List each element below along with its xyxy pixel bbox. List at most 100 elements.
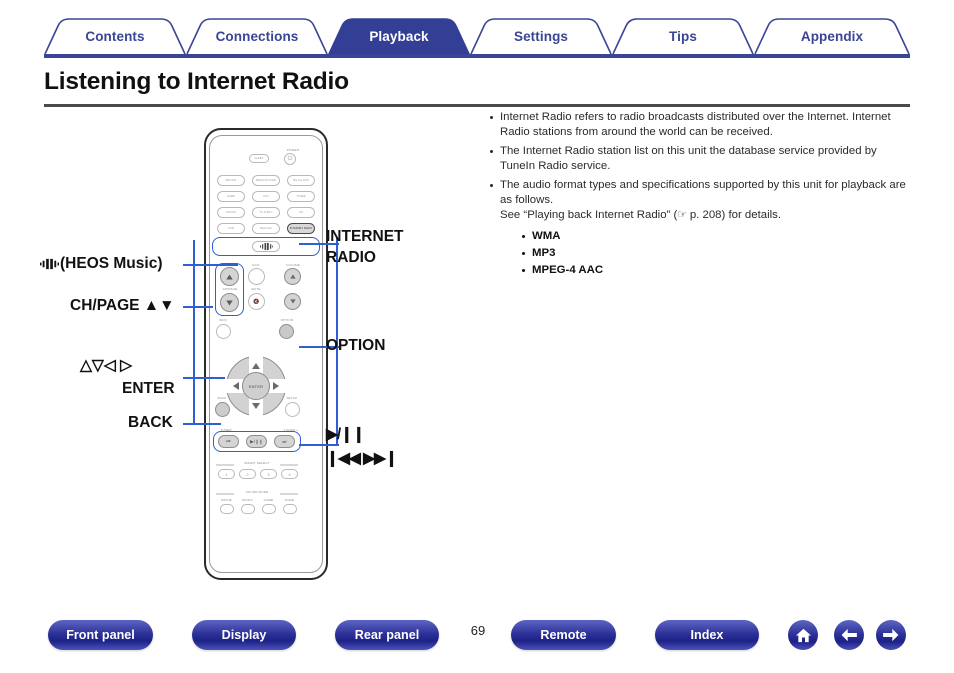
tab-playback[interactable]: Playback	[328, 18, 470, 54]
volume-up-button[interactable]	[284, 268, 301, 285]
back-button[interactable]	[215, 402, 230, 417]
tab-label: Connections	[215, 28, 299, 44]
remote-button[interactable]: Remote	[511, 620, 616, 650]
tab-appendix[interactable]: Appendix	[754, 18, 910, 54]
tab-settings[interactable]: Settings	[470, 18, 612, 54]
source-button-game[interactable]: GAME	[217, 191, 245, 202]
triangle-up-icon	[226, 274, 233, 279]
triangle-down-icon	[226, 300, 233, 305]
callout-back: BACK	[128, 414, 173, 431]
rear-panel-button[interactable]: Rear panel	[335, 620, 439, 650]
cursor-left-icon	[233, 382, 239, 390]
setup-caption: SETUP	[286, 396, 298, 400]
tab-connections[interactable]: Connections	[186, 18, 328, 54]
see-also-pageref: p. 208	[686, 208, 722, 221]
source-button-cd[interactable]: CD	[287, 207, 315, 218]
home-icon[interactable]	[788, 620, 818, 650]
heos-music-button[interactable]	[252, 241, 280, 252]
source-button-aux[interactable]: AUX	[252, 191, 280, 202]
source-button-bluray-dvd[interactable]: Blu-ray DVD	[287, 175, 315, 186]
enter-button[interactable]: ENTER	[242, 372, 270, 400]
callout-skip: ❙◀◀ ▶▶❙	[326, 450, 398, 467]
tab-tips[interactable]: Tips	[612, 18, 754, 54]
back-arrow-glyph	[841, 628, 857, 642]
tuner-plus-caption: TUNER +	[283, 428, 299, 432]
smart-select-3-button[interactable]: 3	[260, 469, 277, 479]
source-button-phono[interactable]: PHONO	[217, 207, 245, 218]
note-item: The audio format types and specification…	[487, 178, 912, 279]
source-button-cbl-sat[interactable]: CBL/SAT	[217, 175, 245, 186]
heos-speaker-icon	[259, 243, 273, 250]
tab-contents[interactable]: Contents	[44, 18, 186, 54]
format-item: MP3	[520, 245, 912, 262]
tuner-minus-caption: TUNER -	[220, 428, 234, 432]
format-item: WMA	[520, 228, 912, 245]
page-number: 69	[470, 623, 486, 638]
sound-mode-game-button[interactable]	[262, 504, 276, 514]
volume-down-button[interactable]	[284, 293, 301, 310]
smart-select-4-button[interactable]: 4	[281, 469, 298, 479]
sound-mode-rule	[216, 493, 298, 495]
tab-label: Playback	[369, 28, 429, 44]
format-list: WMA MP3 MPEG-4 AAC	[520, 228, 912, 279]
power-caption: POWER	[286, 148, 300, 152]
tab-label: Settings	[513, 28, 569, 44]
note-item: Internet Radio refers to radio broadcast…	[487, 110, 912, 139]
source-button-usb[interactable]: USB	[217, 223, 245, 234]
callout-cursor: △▽◁ ▷	[80, 357, 132, 374]
source-button-media-player[interactable]: MEDIA PLAYER	[252, 175, 280, 186]
sleep-button[interactable]: SLEEP	[249, 154, 269, 163]
navigation-dpad[interactable]: ENTER	[226, 356, 286, 416]
triangle-down-icon	[289, 299, 296, 304]
skip-next-button[interactable]: ⏭	[274, 435, 295, 448]
sound-mode-game-caption: GAME	[263, 498, 274, 502]
pointing-hand-icon: ☞	[677, 207, 687, 221]
tab-bar-rule	[44, 54, 910, 58]
power-button[interactable]: ⏻	[284, 153, 296, 165]
mute-button[interactable]: 🔇	[248, 293, 265, 310]
leader-line-transport	[299, 444, 339, 446]
info-button[interactable]	[216, 324, 231, 339]
forward-arrow-icon[interactable]	[876, 620, 906, 650]
note-item: The Internet Radio station list on this …	[487, 144, 912, 173]
remote-control-illustration: POWER SLEEP ⏻ CBL/SAT MEDIA PLAYER Blu-r…	[196, 128, 336, 580]
footer-bar: Front panel Display Rear panel Remote In…	[0, 615, 954, 661]
callout-option: OPTION	[326, 337, 386, 354]
front-panel-button[interactable]: Front panel	[48, 620, 153, 650]
ch-page-down-button[interactable]	[220, 293, 239, 312]
tab-label: Contents	[85, 28, 145, 44]
source-button-tuner[interactable]: TUNER	[287, 191, 315, 202]
format-item: MPEG-4 AAC	[520, 262, 912, 279]
callout-enter: ENTER	[122, 380, 175, 397]
back-arrow-icon[interactable]	[834, 620, 864, 650]
eco-button[interactable]	[248, 268, 265, 285]
callout-internet-radio-2: RADIO	[326, 249, 376, 266]
play-pause-button[interactable]: ▶/❙❙	[246, 435, 267, 448]
leader-line-back	[183, 423, 221, 425]
callout-chpage: CH/PAGE ▲▼	[70, 297, 175, 314]
source-button-bluetooth[interactable]: Bluetooth	[252, 223, 280, 234]
leader-spine-left	[193, 240, 195, 425]
source-button-internet-radio[interactable]: INTERNET RADIO	[287, 223, 315, 234]
sound-mode-pure-button[interactable]	[283, 504, 297, 514]
setup-button[interactable]	[285, 402, 300, 417]
tab-label: Tips	[669, 28, 697, 44]
back-caption: BACK	[217, 396, 227, 400]
home-glyph	[795, 628, 811, 642]
sound-mode-movie-button[interactable]	[220, 504, 234, 514]
display-button[interactable]: Display	[192, 620, 296, 650]
smart-select-1-button[interactable]: 1	[218, 469, 235, 479]
see-also-prefix: See “Playing back Internet Radio” (	[500, 208, 678, 221]
source-button-tv-audio[interactable]: TV AUDIO	[252, 207, 280, 218]
smart-select-rule	[216, 464, 298, 466]
callout-playpause: ▶/❙❙	[326, 426, 365, 443]
smart-select-2-button[interactable]: 2	[239, 469, 256, 479]
index-button[interactable]: Index	[655, 620, 759, 650]
skip-previous-button[interactable]: ⏮	[218, 435, 239, 448]
title-divider	[44, 104, 910, 107]
tab-label: Appendix	[800, 28, 864, 44]
ch-page-caption: CH/PAGE	[222, 287, 238, 291]
option-button[interactable]	[279, 324, 294, 339]
sound-mode-music-button[interactable]	[241, 504, 255, 514]
ch-page-up-button[interactable]	[220, 267, 239, 286]
